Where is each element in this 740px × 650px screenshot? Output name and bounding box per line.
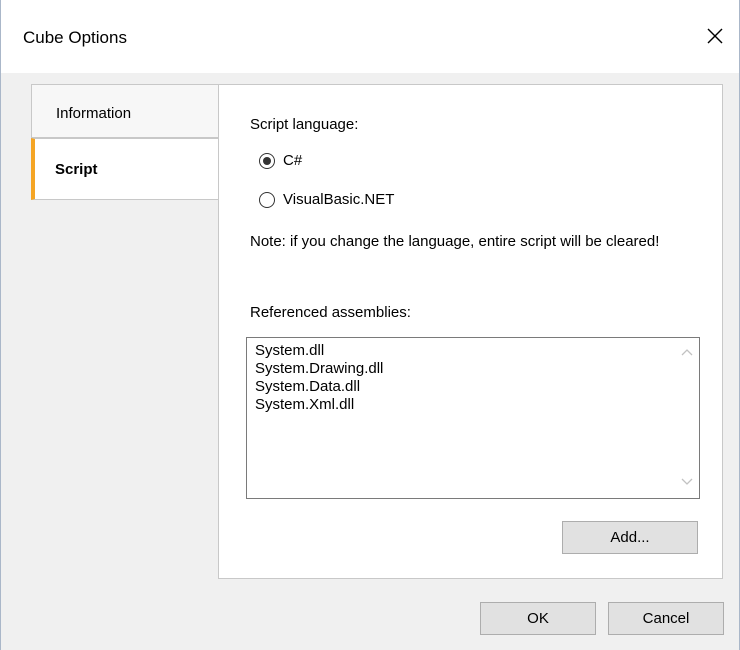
script-panel: Script language: C# VisualBasic.NET Note…	[218, 84, 723, 579]
tab-information-label: Information	[56, 105, 132, 122]
cancel-button[interactable]: Cancel	[608, 602, 724, 635]
radio-visualbasic-circle[interactable]	[259, 191, 275, 208]
radio-csharp[interactable]: C#	[259, 152, 302, 169]
radio-csharp-label: C#	[283, 152, 303, 169]
cube-options-dialog: Cube Options Information Script Script l…	[0, 0, 740, 650]
tab-information[interactable]: Information	[31, 84, 219, 138]
add-assembly-button[interactable]: Add...	[562, 521, 698, 554]
language-change-note: Note: if you change the language, entire…	[250, 233, 660, 250]
tab-script[interactable]: Script	[31, 138, 219, 200]
referenced-assemblies-label: Referenced assemblies:	[250, 304, 411, 321]
tab-script-label: Script	[55, 161, 98, 178]
close-icon	[707, 28, 723, 44]
ok-button[interactable]: OK	[480, 602, 596, 635]
listbox-scrollbar[interactable]	[675, 338, 699, 498]
radio-selected-dot	[263, 156, 271, 165]
script-language-label: Script language:	[250, 116, 359, 133]
list-item[interactable]: System.dll	[255, 342, 383, 360]
radio-csharp-circle[interactable]	[259, 152, 275, 169]
radio-visualbasic-label: VisualBasic.NET	[283, 191, 395, 208]
list-item[interactable]: System.Data.dll	[255, 378, 383, 396]
close-button[interactable]	[693, 12, 737, 60]
scroll-up-arrow-icon[interactable]	[681, 346, 693, 358]
assemblies-listbox[interactable]: System.dll System.Drawing.dll System.Dat…	[246, 337, 700, 499]
list-item[interactable]: System.Drawing.dll	[255, 360, 383, 378]
assemblies-list: System.dll System.Drawing.dll System.Dat…	[255, 342, 383, 414]
scroll-down-arrow-icon[interactable]	[681, 476, 693, 488]
window-title: Cube Options	[23, 28, 127, 47]
radio-visualbasic[interactable]: VisualBasic.NET	[259, 191, 394, 208]
list-item[interactable]: System.Xml.dll	[255, 396, 383, 414]
title-bar: Cube Options	[1, 0, 739, 73]
